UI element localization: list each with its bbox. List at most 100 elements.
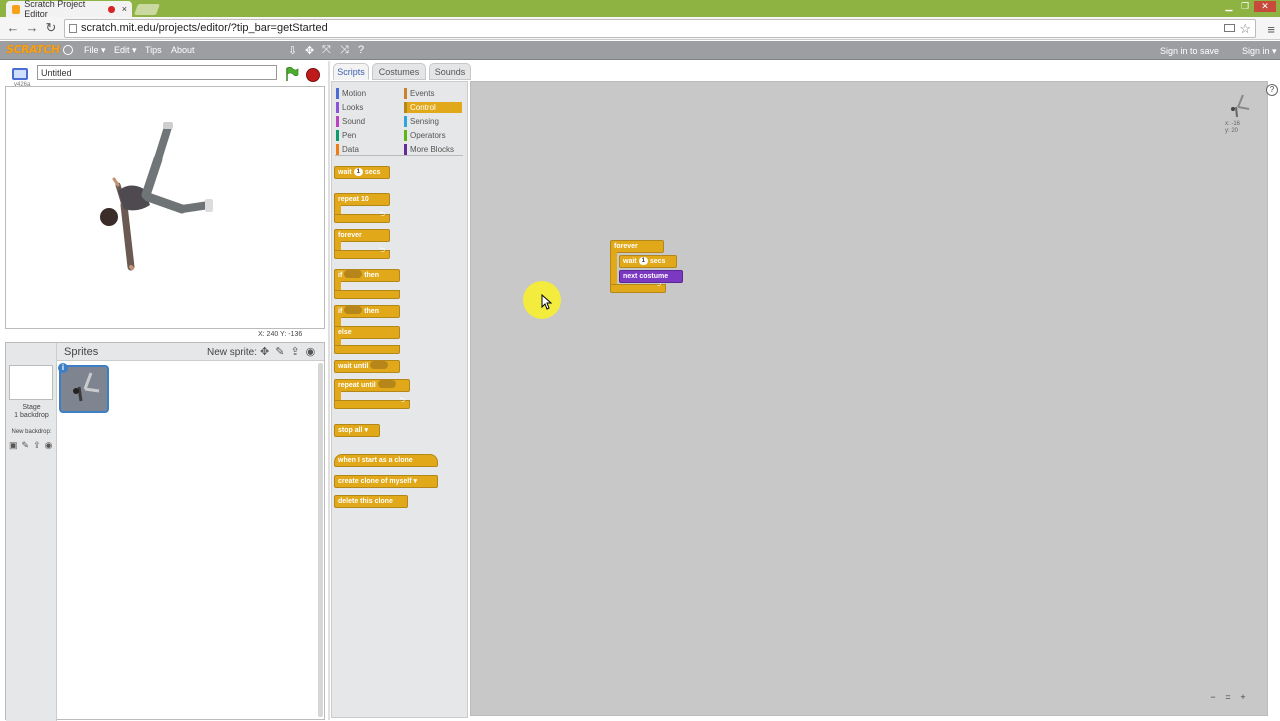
pane-divider <box>328 61 330 720</box>
menu-about[interactable]: About <box>171 45 195 55</box>
restore-icon[interactable]: ❐ <box>1238 1 1252 12</box>
new-backdrop-label: New backdrop: <box>11 429 52 435</box>
duplicate-tool-icon[interactable]: ⇩ <box>288 44 297 57</box>
new-sprite-icons: ✥ ✎ ⇪ ◉ <box>260 345 315 358</box>
backdrop-library-icon[interactable]: ▣ <box>9 440 18 451</box>
block-create-clone[interactable]: create clone of myself ▾ <box>334 475 438 488</box>
stage-label: Stage 1 backdrop <box>6 404 57 420</box>
sprite-upload-icon[interactable]: ⇪ <box>290 345 299 358</box>
block-if-then[interactable]: if then <box>334 269 400 301</box>
shrink-tool-icon[interactable]: ⤨ <box>340 44 349 57</box>
sprites-title: Sprites <box>64 346 99 358</box>
page-icon <box>69 24 77 33</box>
project-title-input[interactable] <box>37 65 277 80</box>
presentation-mode-icon[interactable] <box>12 68 28 80</box>
category-sensing[interactable]: Sensing <box>404 116 462 127</box>
language-globe-icon[interactable] <box>63 45 73 55</box>
tab-close-icon[interactable]: × <box>122 4 127 14</box>
block-forever[interactable]: forever ⮌ <box>334 229 390 261</box>
category-more-blocks[interactable]: More Blocks <box>404 144 462 155</box>
block-delete-clone[interactable]: delete this clone <box>334 495 408 508</box>
address-bar: ← → ↻ scratch.mit.edu/projects/editor/?t… <box>0 17 1280 40</box>
sprite-info-icon[interactable]: i <box>58 363 68 373</box>
block-categories: Motion Events Looks Control Sound Sensin… <box>335 88 463 156</box>
sprite-library-icon[interactable]: ✥ <box>260 345 269 358</box>
backdrop-camera-icon[interactable]: ◉ <box>45 440 53 451</box>
category-sound[interactable]: Sound <box>336 116 394 127</box>
sprite-thumbnail-image <box>73 372 100 402</box>
grow-tool-icon[interactable]: ⤧ <box>322 44 331 57</box>
forward-icon[interactable]: → <box>25 21 39 35</box>
menu-file[interactable]: File ▾ <box>84 45 106 56</box>
url-field[interactable]: scratch.mit.edu/projects/editor/?tip_bar… <box>64 19 1256 38</box>
url-text: scratch.mit.edu/projects/editor/?tip_bar… <box>81 22 328 34</box>
browser-tab[interactable]: Scratch Project Editor × <box>6 0 132 19</box>
sprite-pane-scrollbar[interactable] <box>318 363 323 717</box>
tab-sounds[interactable]: Sounds <box>429 63 471 80</box>
stage-header: v426a <box>0 61 328 88</box>
minimize-icon[interactable]: ▁ <box>1222 1 1236 12</box>
sign-in-to-save-link[interactable]: Sign in to save <box>1160 46 1219 56</box>
sprite-paint-icon[interactable]: ✎ <box>275 345 284 358</box>
block-repeat-until[interactable]: repeat until ⮌ <box>334 379 410 411</box>
browser-menu-icon[interactable]: ≡ <box>1267 22 1275 37</box>
back-icon[interactable]: ← <box>6 21 20 35</box>
zoom-reset-icon[interactable]: = <box>1222 691 1234 703</box>
category-data[interactable]: Data <box>336 144 394 155</box>
help-icon[interactable]: ? <box>1266 84 1278 96</box>
window-controls: ▁ ❐ ✕ <box>1222 1 1276 12</box>
cast-icon[interactable] <box>1224 24 1235 32</box>
category-motion[interactable]: Motion <box>336 88 394 99</box>
category-looks[interactable]: Looks <box>336 102 394 113</box>
tab-scripts[interactable]: Scripts <box>333 63 369 80</box>
mouse-cursor-icon <box>541 294 553 310</box>
backdrop-paint-icon[interactable]: ✎ <box>22 440 30 451</box>
block-when-clone-starts[interactable]: when I start as a clone <box>334 454 438 467</box>
category-operators[interactable]: Operators <box>404 130 462 141</box>
category-events[interactable]: Events <box>404 88 462 99</box>
window-close-icon[interactable]: ✕ <box>1254 1 1276 12</box>
category-pen[interactable]: Pen <box>336 130 394 141</box>
delete-tool-icon[interactable]: ✥ <box>305 44 314 57</box>
block-wait-until[interactable]: wait until <box>334 360 400 373</box>
scripts-area[interactable] <box>470 81 1268 716</box>
block-if-then-else[interactable]: if then else <box>334 305 400 355</box>
sprite-thumbnail[interactable] <box>59 365 109 413</box>
recording-icon <box>108 5 115 13</box>
stop-icon[interactable] <box>306 68 320 82</box>
backdrop-upload-icon[interactable]: ⇪ <box>33 440 41 451</box>
zoom-controls: − = + <box>1207 691 1249 703</box>
stage-thumbnail[interactable] <box>9 365 53 400</box>
backdrop-count: 1 backdrop <box>14 412 49 419</box>
block-repeat[interactable]: repeat 10 ⮌ <box>334 193 390 225</box>
sign-in-link[interactable]: Sign in ▾ <box>1242 46 1277 57</box>
scratch-logo[interactable]: SCRATCH <box>5 43 60 56</box>
reload-icon[interactable]: ↻ <box>44 21 58 35</box>
stage-column: Stage 1 backdrop New backdrop: ▣ ✎ ⇪ ◉ <box>6 343 57 721</box>
sprites-header: Sprites New sprite: ✥ ✎ ⇪ ◉ <box>57 343 324 361</box>
menu-tips[interactable]: Tips <box>145 45 162 55</box>
scratch-menu-bar: SCRATCH File ▾ Edit ▾ Tips About ⇩ ✥ ⤧ ⤨… <box>0 41 1280 60</box>
zoom-out-icon[interactable]: − <box>1207 691 1219 703</box>
script-wait-secs[interactable]: wait 1 secs <box>619 255 677 268</box>
menu-edit[interactable]: Edit ▾ <box>114 45 137 56</box>
scratch-favicon-icon <box>12 4 21 14</box>
block-wait-secs[interactable]: wait 1 secs <box>334 166 390 179</box>
script-next-costume[interactable]: next costume <box>619 270 683 283</box>
new-tab-button[interactable] <box>133 4 161 15</box>
block-help-icon[interactable]: ? <box>358 44 364 56</box>
green-flag-icon[interactable] <box>285 67 299 81</box>
current-sprite-coords: x: -16 y: 20 <box>1225 121 1241 134</box>
zoom-in-icon[interactable]: + <box>1237 691 1249 703</box>
block-stop-all[interactable]: stop all ▾ <box>334 424 380 437</box>
browser-tab-bar: Scratch Project Editor × ▁ ❐ ✕ <box>0 0 1280 19</box>
bookmark-star-icon[interactable]: ☆ <box>1239 20 1251 37</box>
stage-canvas[interactable] <box>5 86 325 329</box>
sprite-camera-icon[interactable]: ◉ <box>306 345 316 358</box>
sprite-pane: Stage 1 backdrop New backdrop: ▣ ✎ ⇪ ◉ S… <box>5 342 325 721</box>
breakdancer-sprite[interactable] <box>6 87 326 330</box>
new-sprite-label: New sprite: <box>207 347 258 358</box>
category-control[interactable]: Control <box>404 102 462 113</box>
tab-costumes[interactable]: Costumes <box>372 63 426 80</box>
mouse-coordinates: X: 240 Y: -136 <box>258 331 303 338</box>
